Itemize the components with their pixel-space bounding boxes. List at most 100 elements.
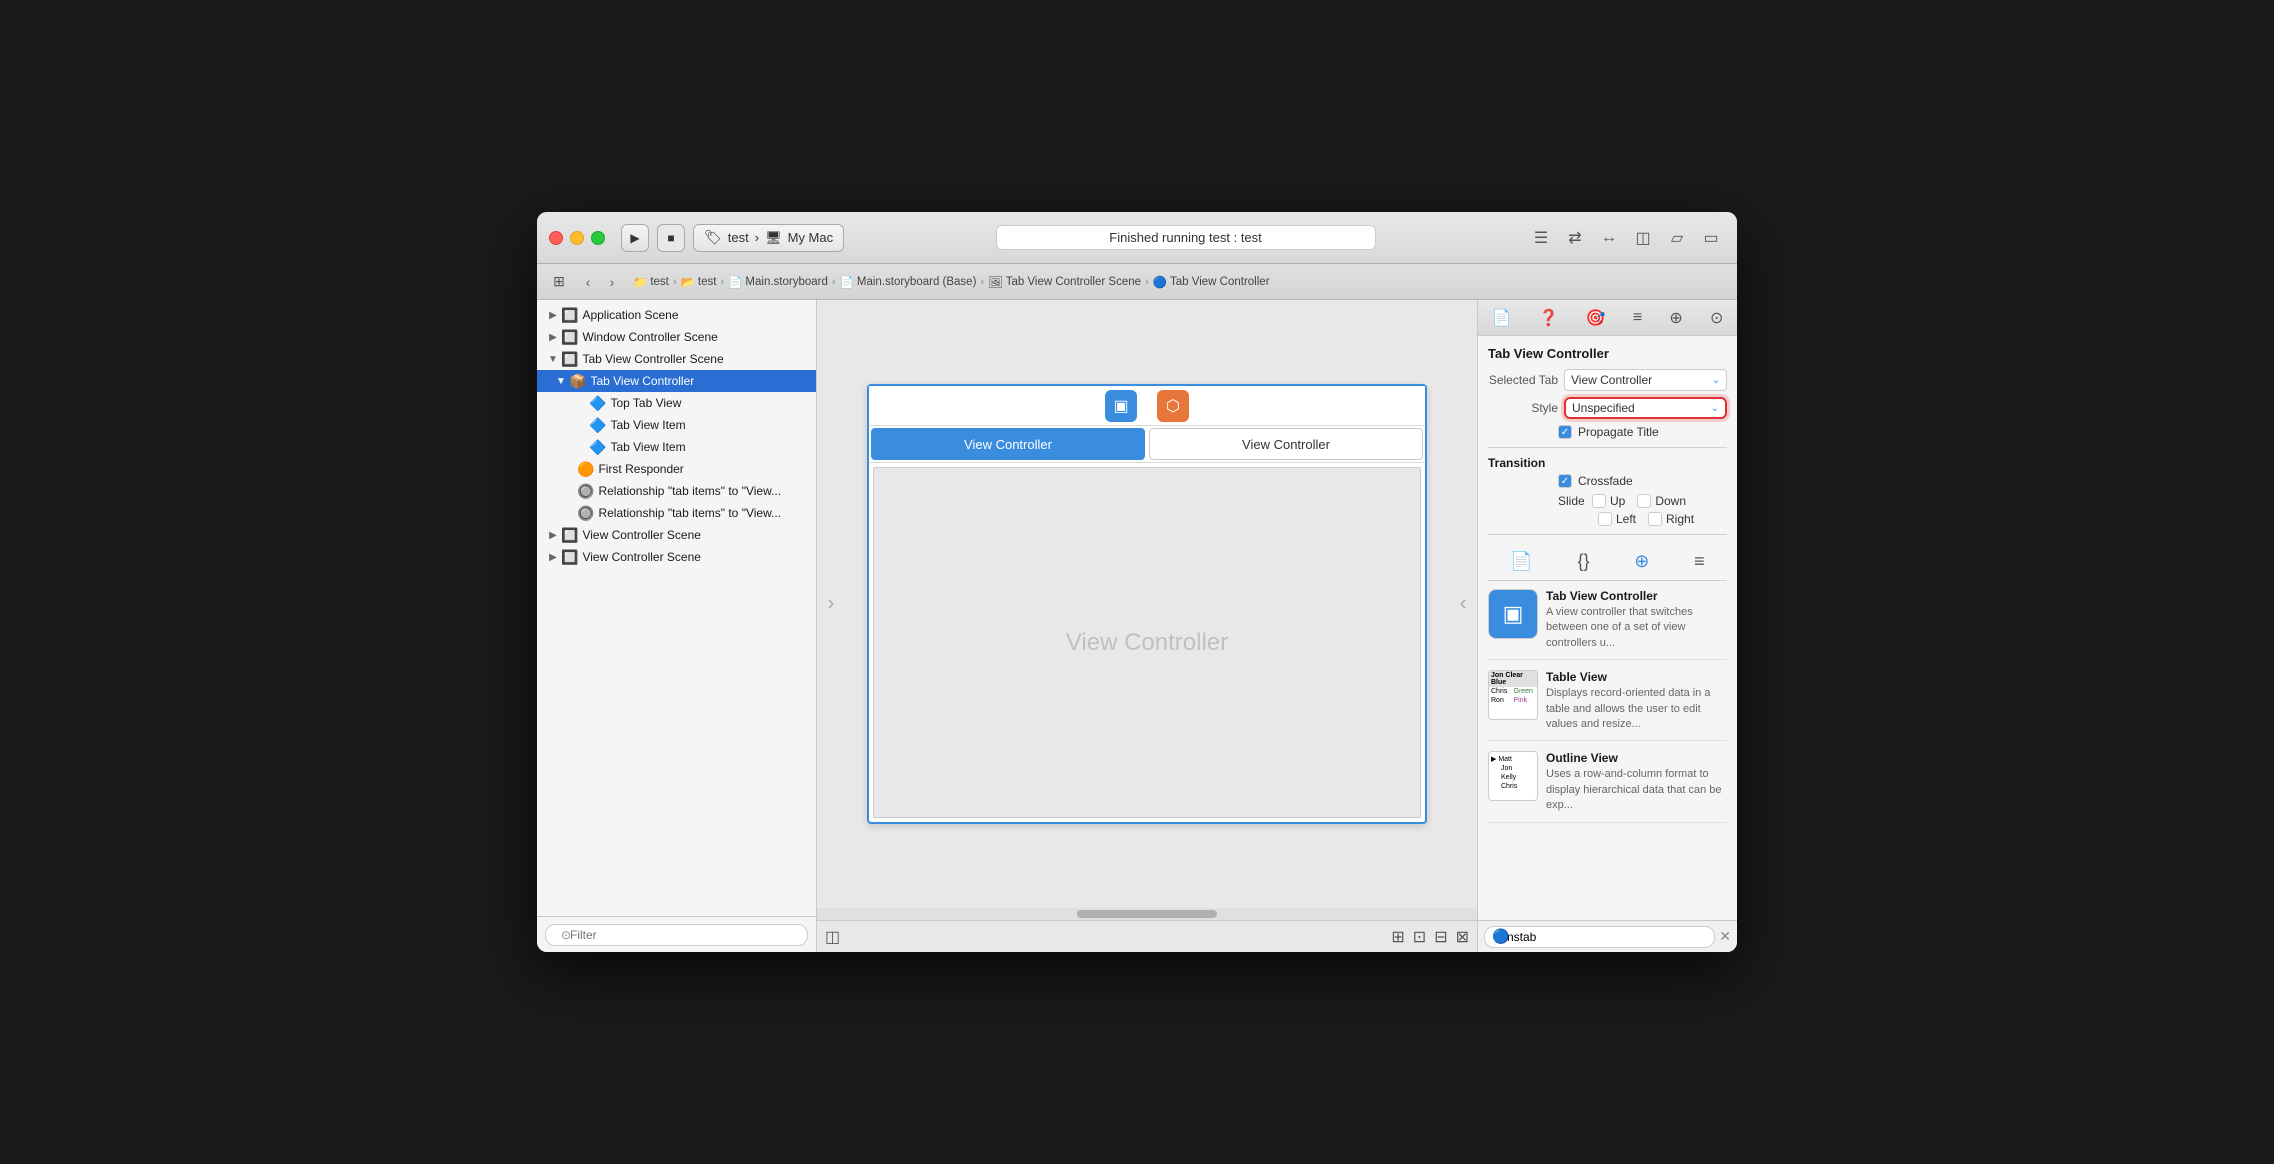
filter-input[interactable]: [545, 924, 808, 946]
scheme-selector[interactable]: 🏷 test › 🖥 My Mac: [693, 224, 844, 252]
run-button[interactable]: ▶: [621, 224, 649, 252]
down-checkbox[interactable]: [1637, 494, 1651, 508]
canvas-area: › ▣ ⬡ View Controller: [817, 300, 1477, 952]
breadcrumb-test-project[interactable]: 📁 test: [633, 275, 669, 289]
lib-code-icon[interactable]: {}: [1572, 549, 1596, 574]
size-inspector-btn[interactable]: ⊕: [1663, 304, 1688, 332]
sidebar-item-tab-view-item-2[interactable]: 🔷 Tab View Item: [537, 436, 816, 458]
zoom-fit-btn[interactable]: ⊡: [1413, 927, 1426, 947]
lib-item-table-view[interactable]: Jon Clear Blue Chris Green Ron Pink Tabl…: [1488, 670, 1727, 741]
navigator-button[interactable]: ◫: [1629, 224, 1657, 252]
slide-col: Slide: [1558, 494, 1588, 508]
cell-chris: Chris: [1491, 688, 1513, 695]
editor-diff-button[interactable]: ↔: [1595, 224, 1623, 252]
library-search-clear[interactable]: ✕: [1719, 928, 1731, 945]
sidebar-item-top-tab-view[interactable]: 🔷 Top Tab View: [537, 392, 816, 414]
outline-view-name: Outline View: [1546, 751, 1727, 765]
propagate-title-checkbox[interactable]: ✓: [1558, 425, 1572, 439]
breadcrumb-main-storyboard[interactable]: 📄 Main.storyboard: [728, 275, 828, 289]
fullscreen-button[interactable]: [591, 231, 605, 245]
left-checkbox[interactable]: [1598, 512, 1612, 526]
lib-object-icon[interactable]: ⊕: [1628, 549, 1655, 574]
tab-inactive[interactable]: View Controller: [1149, 428, 1423, 460]
up-checkbox[interactable]: [1592, 494, 1606, 508]
bottom-icons-left: ◫: [825, 927, 840, 947]
tab-ctrl-label: Tab View Controller: [1170, 276, 1270, 288]
sidebar-item-relationship-1[interactable]: 🔘 Relationship "tab items" to "View...: [537, 480, 816, 502]
sidebar-item-tab-view-controller-scene[interactable]: ▼ 🔲 Tab View Controller Scene: [537, 348, 816, 370]
left-label: Left: [1616, 512, 1636, 526]
breadcrumb-tab-view-controller-scene[interactable]: 🖼 Tab View Controller Scene: [988, 275, 1141, 289]
vc-scene-2-label: View Controller Scene: [582, 550, 808, 564]
left-col: Left: [1598, 512, 1636, 526]
transition-label: Transition: [1488, 456, 1727, 470]
sidebar-item-tab-view-controller[interactable]: ▼ 📦 Tab View Controller: [537, 370, 816, 392]
fit-scene-btn[interactable]: ⊞: [1391, 927, 1404, 947]
cell-green: Green: [1514, 688, 1536, 695]
right-checkbox[interactable]: [1648, 512, 1662, 526]
vc-scene-1-icon: 🔲: [561, 527, 578, 544]
lib-item-outline-view[interactable]: ▶ Matt Jon Kelly Chris: [1488, 751, 1727, 822]
outline-row-chris: Chris: [1491, 782, 1535, 791]
canvas-scroll[interactable]: › ▣ ⬡ View Controller: [817, 300, 1477, 908]
lib-item-tab-view-controller[interactable]: ▣ Tab View Controller A view controller …: [1488, 589, 1727, 660]
selected-tab-control[interactable]: View Controller ⌄: [1564, 369, 1727, 391]
sidebar-item-first-responder[interactable]: 🟠 First Responder: [537, 458, 816, 480]
style-control[interactable]: Unspecified ⌄: [1564, 397, 1727, 419]
minimize-button[interactable]: [570, 231, 584, 245]
sidebar-item-vc-scene-1[interactable]: ▶ 🔲 View Controller Scene: [537, 524, 816, 546]
crossfade-checkbox[interactable]: ✓: [1558, 474, 1572, 488]
sep2: ›: [720, 276, 724, 288]
breadcrumb-tab-view-controller[interactable]: 🔵 Tab View Controller: [1153, 275, 1270, 289]
editor-assistant-button[interactable]: ⇄: [1561, 224, 1589, 252]
breadcrumb-test-group[interactable]: 📂 test: [681, 275, 717, 289]
canvas-nav-right[interactable]: ›: [1449, 593, 1477, 616]
canvas-scrollbar[interactable]: [817, 908, 1477, 920]
inspector-content: Tab View Controller Selected Tab View Co…: [1478, 336, 1737, 920]
inspector-button[interactable]: ▭: [1697, 224, 1725, 252]
attributes-inspector-btn[interactable]: ≡: [1627, 305, 1648, 331]
selected-tab-arrow: ⌄: [1712, 375, 1720, 386]
identity-inspector-btn[interactable]: 🎯: [1580, 304, 1612, 332]
window-scene-label: Window Controller Scene: [582, 330, 808, 344]
close-button[interactable]: [549, 231, 563, 245]
tab-view-item-2-icon: 🔷: [589, 439, 606, 456]
outline-jon: Jon: [1501, 765, 1512, 772]
sidebar-item-window-controller-scene[interactable]: ▶ 🔲 Window Controller Scene: [537, 326, 816, 348]
editor-standard-button[interactable]: ☰: [1527, 224, 1555, 252]
debug-button[interactable]: ▱: [1663, 224, 1691, 252]
outline-row-matt: ▶ Matt: [1491, 754, 1535, 764]
first-responder-label: First Responder: [598, 462, 808, 476]
lib-media-icon[interactable]: ≡: [1688, 549, 1711, 574]
library-search-icon: 🔵: [1492, 928, 1509, 945]
canvas-nav-left[interactable]: ›: [817, 593, 845, 616]
sidebar-item-relationship-2[interactable]: 🔘 Relationship "tab items" to "View...: [537, 502, 816, 524]
constraints-btn[interactable]: ⊟: [1434, 927, 1447, 947]
file-inspector-btn[interactable]: 📄: [1486, 304, 1518, 332]
canvas-back-btn[interactable]: ◫: [825, 927, 840, 947]
filter-wrapper: ⊙: [545, 924, 808, 946]
library-search-input[interactable]: [1484, 926, 1715, 948]
breadcrumb-main-storyboard-base[interactable]: 📄 Main.storyboard (Base): [840, 275, 977, 289]
app-scene-icon: 🔲: [561, 307, 578, 324]
tab-view-ctrl-thumb: ▣: [1488, 589, 1538, 639]
table-row-ron: Ron Pink: [1489, 696, 1537, 705]
anchors-btn[interactable]: ⊠: [1456, 927, 1469, 947]
tab-view-ctrl-scene-icon[interactable]: ▣: [1105, 390, 1137, 422]
grid-view-button[interactable]: ⊞: [545, 271, 573, 293]
stop-button[interactable]: ■: [657, 224, 685, 252]
help-inspector-btn[interactable]: ❓: [1533, 304, 1565, 332]
back-button[interactable]: ‹: [577, 271, 599, 293]
storyboard-icon: 📄: [728, 275, 742, 289]
lib-file-icon[interactable]: 📄: [1504, 549, 1538, 574]
outline-kelly: Kelly: [1501, 774, 1516, 781]
sidebar-item-application-scene[interactable]: ▶ 🔲 Application Scene: [537, 304, 816, 326]
tab-active[interactable]: View Controller: [871, 428, 1145, 460]
first-responder-scene-icon[interactable]: ⬡: [1157, 390, 1189, 422]
outline-matt: ▶ Matt: [1491, 755, 1512, 763]
top-tab-view-icon: 🔷: [589, 395, 606, 412]
sidebar-item-vc-scene-2[interactable]: ▶ 🔲 View Controller Scene: [537, 546, 816, 568]
forward-button[interactable]: ›: [601, 271, 623, 293]
connections-inspector-btn[interactable]: ⊙: [1704, 304, 1729, 332]
sidebar-item-tab-view-item-1[interactable]: 🔷 Tab View Item: [537, 414, 816, 436]
